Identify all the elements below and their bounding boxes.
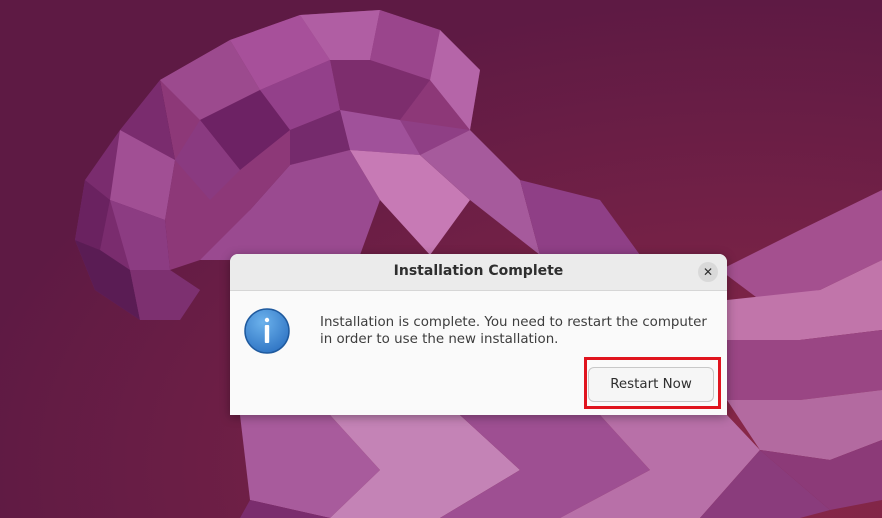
dialog-title: Installation Complete xyxy=(393,263,564,279)
restart-now-button[interactable]: Restart Now xyxy=(588,367,714,402)
close-icon: ✕ xyxy=(702,265,714,279)
dialog-message: Installation is complete. You need to re… xyxy=(320,315,707,347)
close-button[interactable]: ✕ xyxy=(698,262,718,282)
desktop: Installation Complete ✕ Installation is … xyxy=(0,0,882,518)
info-icon xyxy=(244,308,290,354)
dialog-titlebar: Installation Complete ✕ xyxy=(230,254,727,291)
installation-complete-dialog: Installation Complete ✕ Installation is … xyxy=(230,254,727,415)
